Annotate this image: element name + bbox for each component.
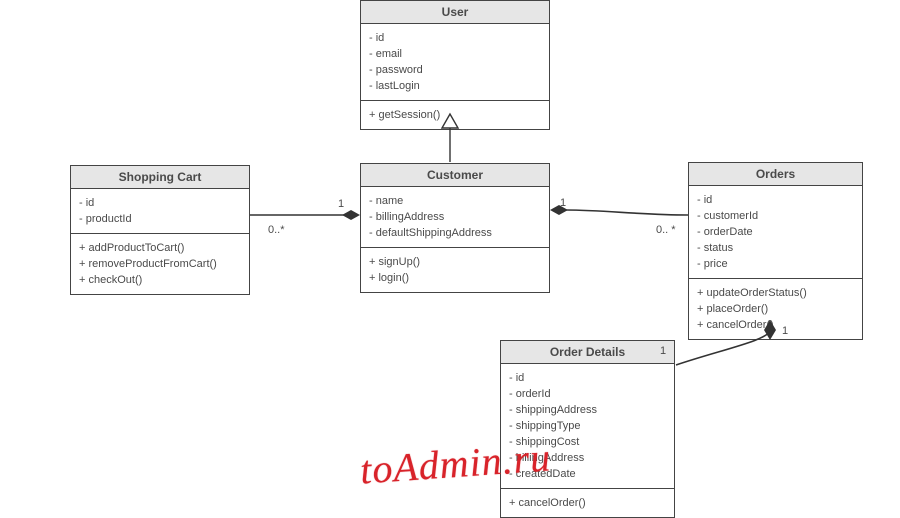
class-user-ops: + getSession() <box>361 101 549 129</box>
class-customer-attrs: - name - billingAddress - defaultShippin… <box>361 187 549 248</box>
attr: - orderId <box>509 386 666 402</box>
class-cart-ops: + addProductToCart() + removeProductFrom… <box>71 234 249 294</box>
attr: - email <box>369 46 541 62</box>
op: + updateOrderStatus() <box>697 285 854 301</box>
class-order-details-ops: + cancelOrder() <box>501 489 674 517</box>
op: + placeOrder() <box>697 301 854 317</box>
attr: - shippingType <box>509 418 666 434</box>
attr: - defaultShippingAddress <box>369 225 541 241</box>
class-orders-title: Orders <box>689 163 862 186</box>
attr: - shippingAddress <box>509 402 666 418</box>
mult-cart-side: 0..* <box>268 224 285 236</box>
class-user-title: User <box>361 1 549 24</box>
attr: - price <box>697 256 854 272</box>
attr: - customerId <box>697 208 854 224</box>
mult-orders-bottom: 1 <box>782 325 788 337</box>
op: + checkOut() <box>79 272 241 288</box>
mult-customer-right: 1 <box>560 197 566 209</box>
class-order-details-attrs: - id - orderId - shippingAddress - shipp… <box>501 364 674 489</box>
attr: - id <box>369 30 541 46</box>
attr: - shippingCost <box>509 434 666 450</box>
class-orders: Orders - id - customerId - orderDate - s… <box>688 162 863 340</box>
class-orders-ops: + updateOrderStatus() + placeOrder() + c… <box>689 279 862 339</box>
attr: - billingAddress <box>369 209 541 225</box>
attr: - lastLogin <box>369 78 541 94</box>
class-cart-title: Shopping Cart <box>71 166 249 189</box>
attr: - name <box>369 193 541 209</box>
attr: - id <box>697 192 854 208</box>
mult-customer-left: 1 <box>338 198 344 210</box>
attr: - id <box>509 370 666 386</box>
op: + addProductToCart() <box>79 240 241 256</box>
attr: - createdDate <box>509 466 666 482</box>
attr: - id <box>79 195 241 211</box>
class-user: User - id - email - password - lastLogin… <box>360 0 550 130</box>
class-cart-attrs: - id - productId <box>71 189 249 234</box>
composition-customer-cart <box>250 210 360 220</box>
class-order-details: Order Details - id - orderId - shippingA… <box>500 340 675 518</box>
class-orders-attrs: - id - customerId - orderDate - status -… <box>689 186 862 279</box>
class-customer-ops: + signUp() + login() <box>361 248 549 292</box>
attr: - orderDate <box>697 224 854 240</box>
op: + login() <box>369 270 541 286</box>
mult-details-side: 1 <box>660 345 666 357</box>
op: + signUp() <box>369 254 541 270</box>
class-shopping-cart: Shopping Cart - id - productId + addProd… <box>70 165 250 295</box>
attr: - productId <box>79 211 241 227</box>
op: + cancelOrder() <box>509 495 666 511</box>
op: + cancelOrder() <box>697 317 854 333</box>
class-customer: Customer - name - billingAddress - defau… <box>360 163 550 293</box>
composition-customer-orders <box>550 205 688 215</box>
class-order-details-title: Order Details <box>501 341 674 364</box>
attr: - billingAddress <box>509 450 666 466</box>
mult-orders-side: 0.. * <box>656 224 676 236</box>
class-customer-title: Customer <box>361 164 549 187</box>
op: + removeProductFromCart() <box>79 256 241 272</box>
attr: - status <box>697 240 854 256</box>
op: + getSession() <box>369 107 541 123</box>
attr: - password <box>369 62 541 78</box>
class-user-attrs: - id - email - password - lastLogin <box>361 24 549 101</box>
